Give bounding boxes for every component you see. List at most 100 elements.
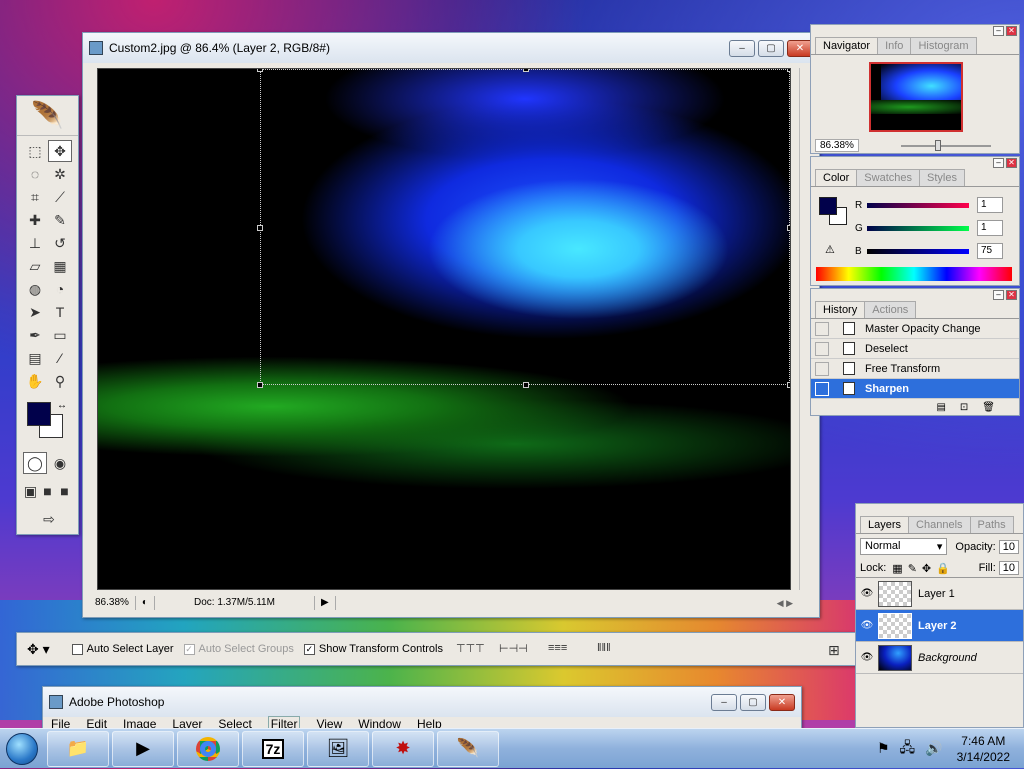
eye-icon[interactable]: 👁	[856, 620, 878, 631]
media-player-taskbar-button[interactable]: ▶	[112, 730, 174, 767]
navigator-thumbnail[interactable]	[869, 62, 963, 132]
maximize-button[interactable]: ▢	[758, 39, 784, 57]
image-viewer-taskbar-button[interactable]: 🖼	[307, 730, 369, 767]
history-brush-icon[interactable]: ↺	[48, 232, 72, 254]
7zip-taskbar-button[interactable]: 7z	[242, 730, 304, 767]
document-titlebar[interactable]: Custom2.jpg @ 86.4% (Layer 2, RGB/8#) – …	[83, 33, 819, 63]
type-tool-icon[interactable]: T	[48, 301, 72, 323]
green-slider[interactable]	[867, 225, 969, 231]
eraser-tool-icon[interactable]: ▱	[23, 255, 47, 277]
auto-select-layer-checkbox[interactable]	[71, 643, 83, 655]
auto-select-groups-option[interactable]: ✓ Auto Select Groups	[183, 643, 294, 655]
move-tool-preset-icon[interactable]: ✥ ▾	[27, 641, 50, 658]
scroll-arrows-icon[interactable]: ◀ ▶	[777, 598, 793, 609]
app-titlebar[interactable]: Adobe Photoshop – ▢ ✕	[43, 687, 801, 717]
color-spectrum-bar[interactable]	[816, 267, 1012, 281]
navigator-zoom-field[interactable]: 86.38%	[815, 139, 859, 152]
distribute-top-icon[interactable]: ≡≡≡	[548, 642, 567, 656]
fill-field[interactable]: 10	[998, 561, 1019, 575]
image-canvas[interactable]	[97, 68, 791, 590]
magic-wand-icon[interactable]: ✲	[48, 163, 72, 185]
show-transform-controls-checkbox[interactable]: ✓	[303, 643, 315, 655]
palette-minimize-button[interactable]: –	[993, 290, 1004, 300]
blue-value[interactable]: 75	[977, 243, 1003, 259]
transform-handle[interactable]	[257, 69, 263, 72]
maximize-button[interactable]: ▢	[740, 693, 766, 711]
palette-minimize-button[interactable]: –	[993, 158, 1004, 168]
start-button[interactable]	[0, 729, 44, 769]
eyedropper-icon[interactable]: ⁄	[48, 347, 72, 369]
transform-bounding-box[interactable]	[257, 69, 790, 388]
color-foreground-swatch[interactable]	[819, 197, 837, 215]
zoom-readout[interactable]: 86.38%	[89, 596, 136, 610]
screen-mode-full-menu-icon[interactable]: ■	[40, 480, 55, 502]
action-center-icon[interactable]: ⚑	[877, 740, 890, 757]
shape-tool-icon[interactable]: ▭	[48, 324, 72, 346]
zoom-tool-icon[interactable]: ⚲	[48, 370, 72, 392]
lock-icons[interactable]: ▦✎✥🔒	[892, 562, 955, 575]
transform-handle[interactable]	[787, 225, 790, 231]
clock[interactable]: 7:46 AM 3/14/2022	[957, 733, 1010, 765]
green-value[interactable]: 1	[977, 220, 1003, 236]
pen-tool-icon[interactable]: ✒	[23, 324, 47, 346]
palette-minimize-button[interactable]: –	[993, 26, 1004, 36]
crop-tool-icon[interactable]: ⌗	[23, 186, 47, 208]
gradient-tool-icon[interactable]: ▦	[48, 255, 72, 277]
photoshop-feather-icon[interactable]: 🪶	[17, 96, 78, 136]
trash-icon[interactable]: 🗑	[982, 402, 995, 413]
palette-close-button[interactable]: ✕	[1006, 290, 1017, 300]
imageready-jump-icon[interactable]: ⇨	[31, 508, 67, 530]
status-arrow-icon[interactable]: ▶	[315, 596, 336, 610]
volume-icon[interactable]: 🔊	[925, 740, 942, 757]
tab-info[interactable]: Info	[877, 37, 912, 54]
layer-row-selected[interactable]: 👁 Layer 2	[856, 610, 1023, 642]
minimize-button[interactable]: –	[711, 693, 737, 711]
chrome-taskbar-button[interactable]	[177, 730, 239, 767]
screen-mode-full-icon[interactable]: ■	[57, 480, 72, 502]
tab-actions[interactable]: Actions	[864, 301, 917, 318]
auto-select-layer-option[interactable]: Auto Select Layer	[71, 643, 174, 655]
history-item[interactable]: Deselect	[811, 339, 1019, 359]
palette-close-button[interactable]: ✕	[1006, 26, 1017, 36]
tab-history[interactable]: History	[815, 301, 866, 318]
transform-handle[interactable]	[257, 382, 263, 388]
swap-colors-icon[interactable]: ↔	[57, 400, 67, 411]
notes-tool-icon[interactable]: ▤	[23, 347, 47, 369]
game-taskbar-button[interactable]: ✸	[372, 730, 434, 767]
tab-swatches[interactable]: Swatches	[856, 169, 920, 186]
align-top-icon[interactable]: ⊤⊤⊤	[456, 642, 485, 656]
transform-handle[interactable]	[257, 225, 263, 231]
tab-histogram[interactable]: Histogram	[910, 37, 977, 54]
palette-close-button[interactable]: ✕	[1006, 158, 1017, 168]
new-document-from-state-icon[interactable]: ▤	[936, 402, 945, 413]
history-item-selected[interactable]: Sharpen	[811, 379, 1019, 399]
eye-icon[interactable]: 👁	[856, 588, 878, 599]
screen-mode-standard-icon[interactable]: ▣	[23, 480, 38, 502]
brush-tool-icon[interactable]: ✎	[48, 209, 72, 231]
photoshop-taskbar-button[interactable]: 🪶	[437, 730, 499, 767]
transform-handle[interactable]	[787, 382, 790, 388]
standard-mode-icon[interactable]: ◯	[23, 452, 47, 474]
transform-handle[interactable]	[787, 69, 790, 72]
move-tool-icon[interactable]: ✥	[48, 140, 72, 162]
blue-slider[interactable]	[867, 248, 969, 254]
layer-row[interactable]: 👁 Layer 1	[856, 578, 1023, 610]
tab-layers[interactable]: Layers	[860, 516, 910, 533]
minimize-button[interactable]: –	[729, 39, 755, 57]
tab-paths[interactable]: Paths	[969, 516, 1014, 533]
close-button[interactable]: ✕	[769, 693, 795, 711]
gamut-warning-icon[interactable]: ⚠	[825, 243, 835, 256]
document-window[interactable]: Custom2.jpg @ 86.4% (Layer 2, RGB/8#) – …	[82, 32, 820, 618]
color-swatches[interactable]: ↔	[23, 400, 72, 444]
lasso-tool-icon[interactable]: ◌	[23, 163, 47, 185]
transform-handle[interactable]	[523, 69, 529, 72]
opacity-field[interactable]: 10	[998, 539, 1019, 554]
layer-row[interactable]: 👁 Background	[856, 642, 1023, 674]
tab-color[interactable]: Color	[815, 169, 858, 186]
palette-well-icon[interactable]: ⊞	[828, 642, 844, 658]
eye-icon[interactable]: 👁	[856, 652, 878, 663]
tab-navigator[interactable]: Navigator	[815, 37, 879, 54]
show-transform-controls-option[interactable]: ✓ Show Transform Controls	[303, 643, 443, 655]
explorer-taskbar-button[interactable]: 📁	[47, 730, 109, 767]
distribute-left-icon[interactable]: ‖‖‖	[597, 642, 613, 656]
